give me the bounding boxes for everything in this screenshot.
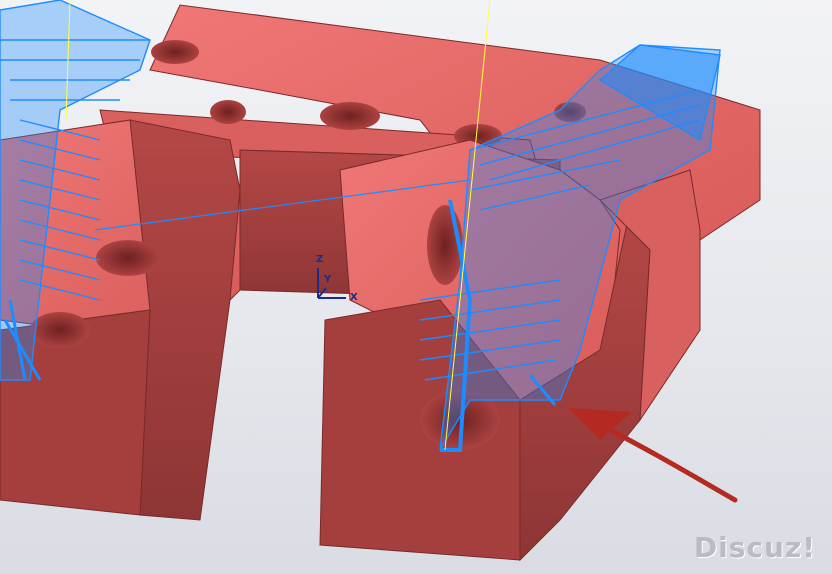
x-axis-label: X xyxy=(350,292,358,303)
hole xyxy=(320,102,380,130)
y-axis-label: Y xyxy=(324,274,332,285)
hole xyxy=(96,240,160,276)
hole xyxy=(151,40,199,64)
cad-viewport[interactable]: Z Y X Discuz! xyxy=(0,0,832,574)
triad-axes xyxy=(317,268,346,299)
model-scene[interactable] xyxy=(0,0,832,574)
coordinate-triad: Z Y X xyxy=(306,252,366,312)
z-axis-label: Z xyxy=(316,254,324,265)
watermark: Discuz! xyxy=(693,531,816,564)
hole xyxy=(210,100,246,124)
pocket xyxy=(30,312,90,348)
